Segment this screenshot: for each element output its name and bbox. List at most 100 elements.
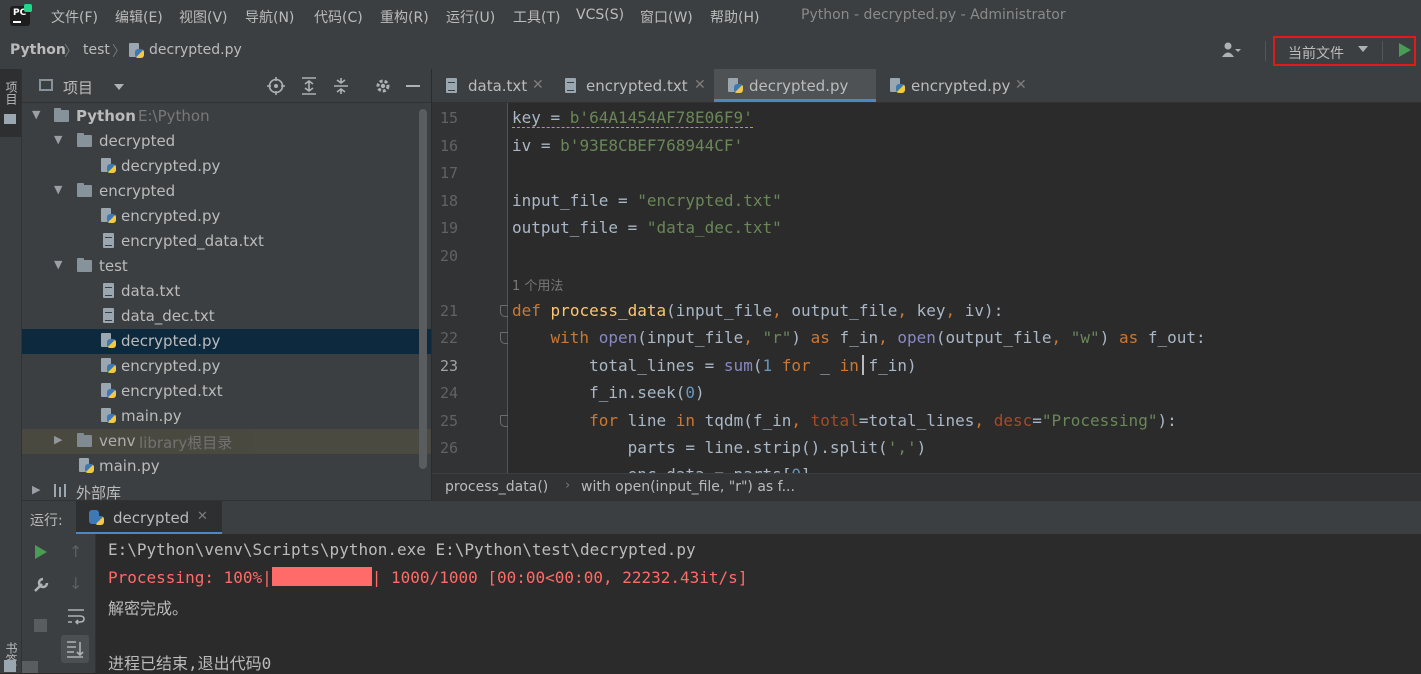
soft-wrap-icon[interactable] <box>67 607 85 625</box>
run-tab-decrypted[interactable]: decrypted ✕ <box>76 501 222 535</box>
tab-label: data.txt <box>468 77 528 95</box>
minimize-icon[interactable] <box>406 85 420 87</box>
project-panel-title[interactable]: 项目 <box>63 77 93 98</box>
layout-icon[interactable] <box>22 661 38 673</box>
project-view-icon <box>39 79 53 91</box>
arrow-down-icon[interactable]: ↓ <box>69 574 82 593</box>
usage-hint[interactable]: 1 个用法 <box>512 275 563 294</box>
tree-label: decrypted.py <box>121 332 221 350</box>
menu-file[interactable]: 文件(F) <box>51 7 98 27</box>
collapse-all-icon[interactable] <box>333 77 349 95</box>
line-number: 15 <box>439 109 458 127</box>
line-number: 24 <box>439 384 458 402</box>
code-line: with open(input_file, "r") as f_in, open… <box>550 328 1206 347</box>
run-icon[interactable] <box>1399 43 1411 57</box>
run-config-selector[interactable]: 当前文件 <box>1288 43 1344 63</box>
breadcrumb-project[interactable]: Python <box>10 42 66 58</box>
tree-item-external-libraries[interactable]: ▶ 外部库 <box>22 479 431 500</box>
menu-window[interactable]: 窗口(W) <box>640 7 693 27</box>
tree-item-file[interactable]: data_dec.txt <box>22 304 431 329</box>
tree-item-encrypted-folder[interactable]: ▼ encrypted <box>22 179 431 204</box>
tree-item-test-folder[interactable]: ▼ test <box>22 254 431 279</box>
tree-label: main.py <box>121 407 182 425</box>
tree-item-file[interactable]: encrypted_data.txt <box>22 229 431 254</box>
tree-item-file[interactable]: encrypted.py <box>22 204 431 229</box>
tree-item-file-selected[interactable]: decrypted.py <box>22 329 431 354</box>
line-number: 16 <box>439 137 458 155</box>
tree-label: main.py <box>99 457 160 475</box>
menu-edit[interactable]: 编辑(E) <box>115 7 163 27</box>
user-account-icon[interactable] <box>1222 42 1242 58</box>
tree-item-python-root[interactable]: ▼ Python E:\Python <box>22 104 431 129</box>
stop-icon[interactable] <box>34 619 47 632</box>
code-editor[interactable]: key = b'64A1454AF78E06F9' iv = b'93E8CBE… <box>508 103 1421 473</box>
tree-item-file[interactable]: decrypted.py <box>22 154 431 179</box>
run-console-output[interactable]: E:\Python\venv\Scripts\python.exe E:\Pyt… <box>96 534 1421 673</box>
python-file-icon <box>101 358 116 373</box>
breadcrumb-function[interactable]: process_data() <box>445 479 548 495</box>
chevron-right-icon[interactable]: ▶ <box>54 433 62 446</box>
chevron-right-icon: 〉 <box>112 44 126 60</box>
close-icon[interactable]: ✕ <box>197 509 208 524</box>
chevron-down-icon[interactable]: ▼ <box>32 108 40 121</box>
tree-label: encrypted <box>99 182 176 200</box>
locate-file-icon[interactable] <box>267 77 285 95</box>
chevron-down-icon[interactable]: ▼ <box>54 258 62 271</box>
tree-item-file[interactable]: main.py <box>22 404 431 429</box>
gear-icon[interactable] <box>374 77 392 95</box>
toolbar-separator <box>1382 41 1383 61</box>
menu-tools[interactable]: 工具(T) <box>513 7 560 27</box>
expand-all-icon[interactable] <box>301 77 317 95</box>
tree-item-file[interactable]: data.txt <box>22 279 431 304</box>
progress-bar-fill <box>271 567 372 586</box>
close-icon[interactable]: ✕ <box>694 77 706 93</box>
tree-label: data.txt <box>121 282 181 300</box>
tree-item-file[interactable]: encrypted.txt <box>22 379 431 404</box>
run-panel-header: 运行: decrypted ✕ <box>22 500 1421 535</box>
project-scrollbar[interactable] <box>419 109 427 469</box>
structure-icon[interactable] <box>4 660 16 672</box>
close-icon[interactable]: ✕ <box>1015 77 1027 93</box>
breadcrumb-folder[interactable]: test <box>83 42 110 58</box>
chevron-down-icon[interactable] <box>114 84 124 90</box>
close-icon[interactable]: ✕ <box>532 77 544 93</box>
arrow-up-icon[interactable]: ↑ <box>69 542 82 561</box>
code-structure-breadcrumb: process_data() › with open(input_file, "… <box>432 473 1421 501</box>
dropdown-arrow-icon[interactable] <box>1358 46 1368 52</box>
menu-vcs[interactable]: VCS(S) <box>576 7 624 23</box>
tab-decrypted-py[interactable]: decrypted.py <box>714 69 876 102</box>
menu-view[interactable]: 视图(V) <box>179 7 228 27</box>
menu-code[interactable]: 代码(C) <box>314 7 363 27</box>
wrench-icon[interactable] <box>32 576 50 594</box>
text-file-icon <box>565 78 576 93</box>
menu-help[interactable]: 帮助(H) <box>710 7 759 27</box>
scroll-to-end-button[interactable] <box>61 635 89 663</box>
rerun-icon[interactable] <box>35 545 47 559</box>
code-line: output_file = "data_dec.txt" <box>512 218 782 237</box>
menu-run[interactable]: 运行(U) <box>446 7 495 27</box>
progress-prefix: Processing: 100%| <box>108 568 272 587</box>
tree-item-decrypted-folder[interactable]: ▼ decrypted <box>22 129 431 154</box>
tree-item-file[interactable]: encrypted.py <box>22 354 431 379</box>
tree-item-venv-folder[interactable]: ▶ venv library根目录 <box>22 429 431 454</box>
python-file-icon <box>101 158 116 173</box>
chevron-down-icon[interactable]: ▼ <box>54 183 62 196</box>
tab-label: encrypted.txt <box>586 77 688 95</box>
menu-navigate[interactable]: 导航(N) <box>245 7 294 27</box>
menu-refactor[interactable]: 重构(R) <box>380 7 429 27</box>
window-title: Python - decrypted.py - Administrator <box>801 7 1066 23</box>
chevron-down-icon[interactable]: ▼ <box>54 133 62 146</box>
tab-encrypted-py[interactable]: encrypted.py ✕ <box>876 69 1036 102</box>
code-line: total_lines = sum(1 for _ in f_in) <box>512 356 917 375</box>
tab-data-txt[interactable]: data.txt ✕ <box>432 69 550 102</box>
tab-encrypted-txt[interactable]: encrypted.txt ✕ <box>550 69 713 102</box>
editor-tab-bar: data.txt ✕ encrypted.txt ✕ decrypted.py … <box>432 69 1421 103</box>
breadcrumb-with-block[interactable]: with open(input_file, "r") as f... <box>581 479 795 495</box>
tree-item-file[interactable]: main.py <box>22 454 431 479</box>
line-number: 21 <box>439 302 458 320</box>
code-line: iv = b'93E8CBEF768944CF' <box>512 136 744 155</box>
breadcrumb-file[interactable]: decrypted.py <box>149 42 242 58</box>
project-tool-button[interactable]: 项目 <box>3 81 20 105</box>
line-number: 19 <box>439 219 458 237</box>
chevron-right-icon[interactable]: ▶ <box>32 483 40 496</box>
